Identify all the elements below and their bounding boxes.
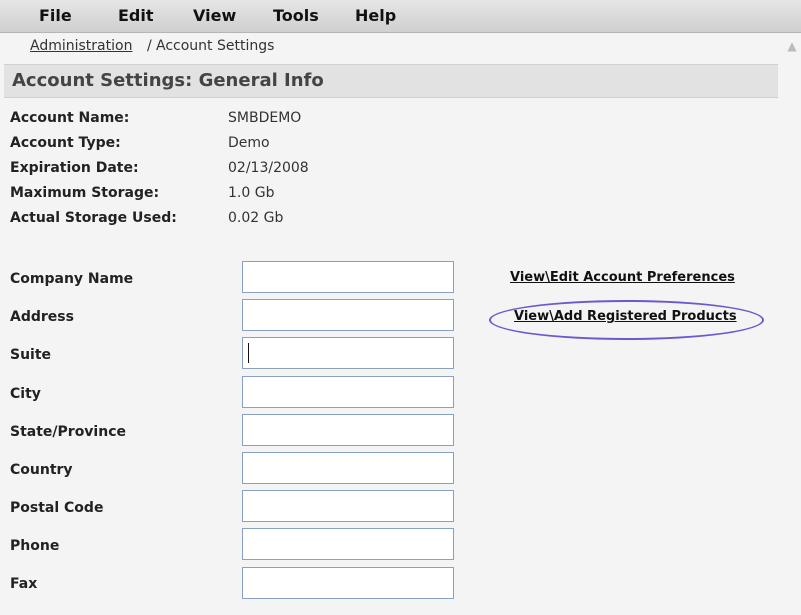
menu-tools[interactable]: Tools [273,6,319,25]
scroll-up-arrow-icon[interactable]: ▲ [783,36,801,56]
postal-code-label: Postal Code [10,500,104,516]
phone-label: Phone [10,538,60,554]
breadcrumb-separator: / [147,38,152,54]
breadcrumb: Administration / Account Settings [0,34,780,60]
suite-field[interactable] [242,337,454,369]
maximum-storage-label: Maximum Storage: [10,185,160,201]
text-cursor [248,343,249,363]
menu-edit[interactable]: Edit [118,6,154,25]
menu-help[interactable]: Help [355,6,396,25]
country-field[interactable] [242,452,454,484]
storage-used-value: 0.02 Gb [228,210,284,226]
account-name-label: Account Name: [10,110,130,126]
registered-products-link[interactable]: View\Add Registered Products [514,309,737,324]
expiration-date-value: 02/13/2008 [228,160,309,176]
country-label: Country [10,462,73,478]
city-field[interactable] [242,376,454,408]
suite-label: Suite [10,347,52,363]
company-name-label: Company Name [10,271,134,287]
state-province-field[interactable] [242,414,454,446]
account-type-label: Account Type: [10,135,121,151]
account-name-value: SMBDEMO [228,110,302,126]
city-label: City [10,386,41,402]
storage-used-label: Actual Storage Used: [10,210,177,226]
company-name-field[interactable] [242,261,454,293]
address-field[interactable] [242,299,454,331]
account-preferences-link[interactable]: View\Edit Account Preferences [510,270,735,285]
menu-file[interactable]: File [39,6,72,25]
breadcrumb-administration-link[interactable]: Administration [30,38,132,54]
postal-code-field[interactable] [242,490,454,522]
fax-field[interactable] [242,567,454,599]
breadcrumb-current: Account Settings [156,38,275,54]
fax-label: Fax [10,576,38,592]
address-label: Address [10,309,74,325]
menu-view[interactable]: View [193,6,236,25]
expiration-date-label: Expiration Date: [10,160,139,176]
maximum-storage-value: 1.0 Gb [228,185,275,201]
account-type-value: Demo [228,135,270,151]
page-title: Account Settings: General Info [12,70,324,91]
phone-field[interactable] [242,528,454,560]
menu-bar: File Edit View Tools Help [0,0,801,33]
section-header: Account Settings: General Info [4,64,778,98]
state-province-label: State/Province [10,424,126,440]
